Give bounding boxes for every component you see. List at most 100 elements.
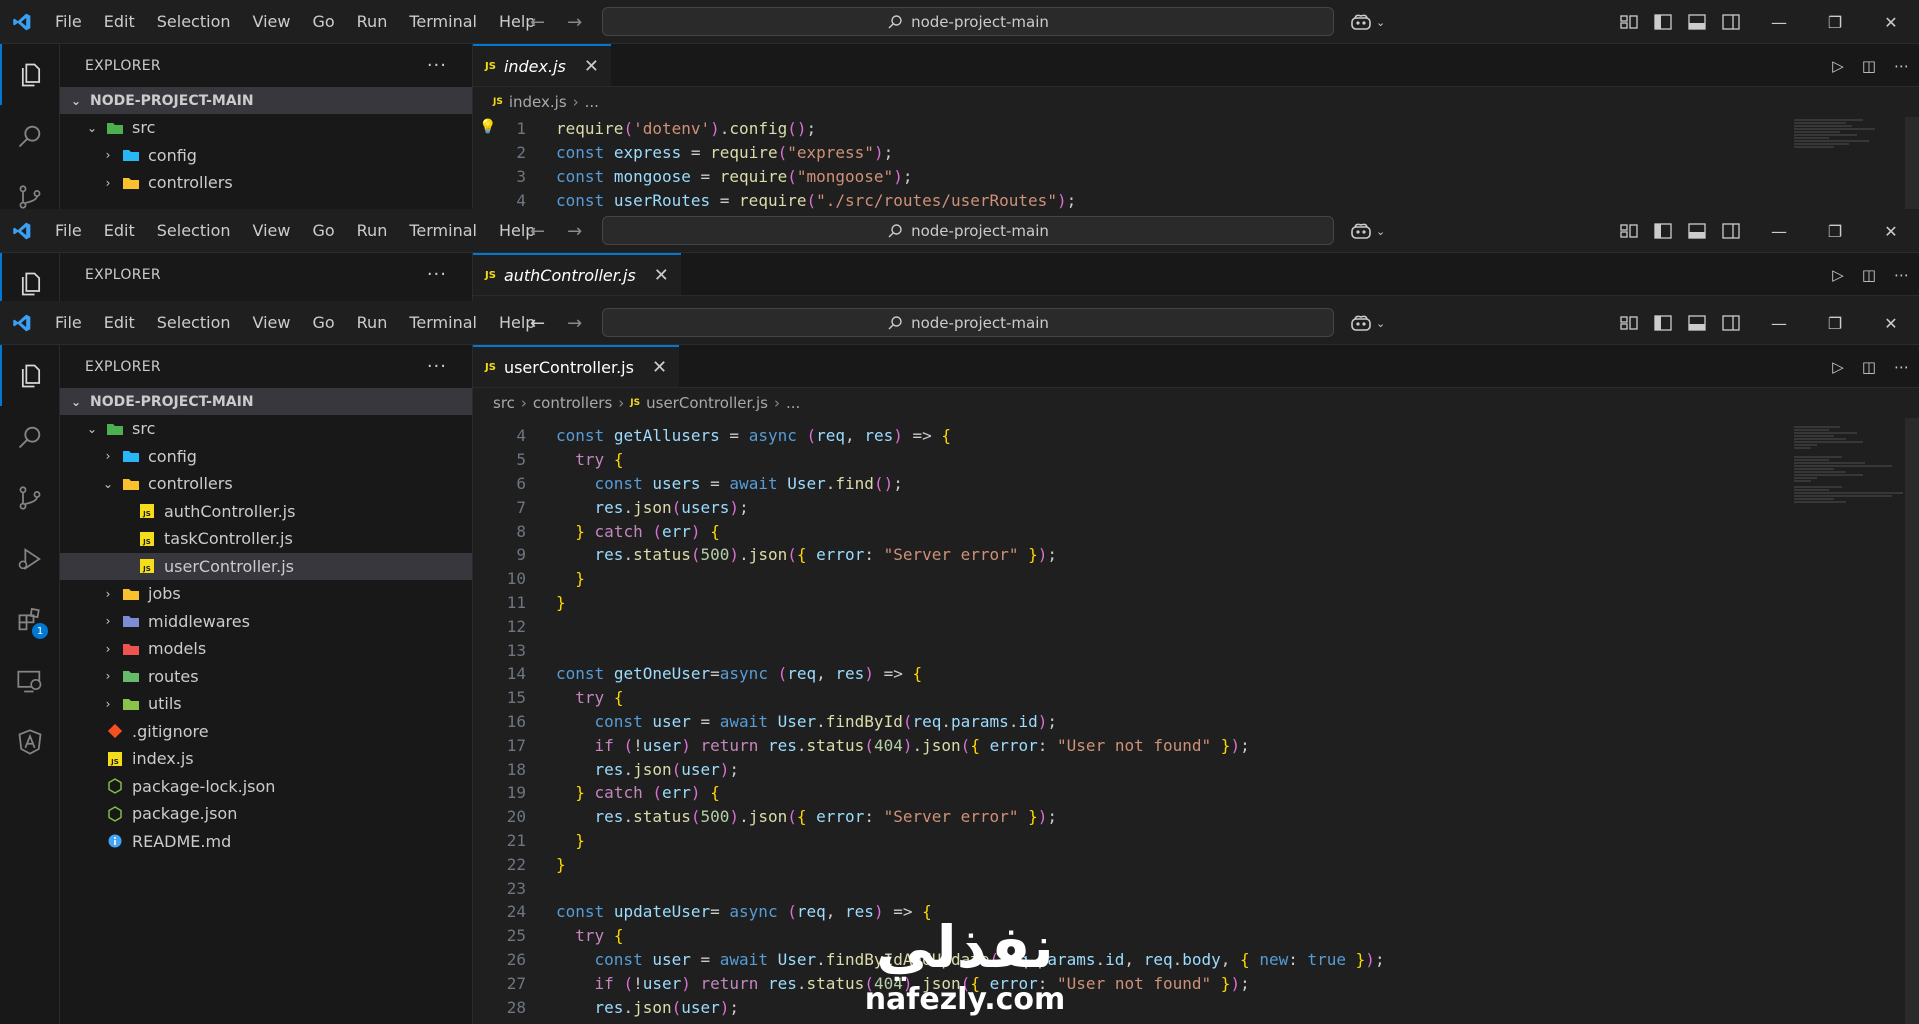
menu-go[interactable]: Go	[301, 0, 345, 44]
source-control-activity[interactable]	[0, 166, 60, 210]
menu-selection[interactable]: Selection	[146, 0, 242, 44]
copilot-button[interactable]: ⌄	[1350, 209, 1385, 253]
command-center[interactable]: node-project-main	[602, 308, 1334, 337]
toggle-sidebar-icon[interactable]	[1654, 14, 1672, 30]
toggle-secondary-sidebar-icon[interactable]	[1722, 315, 1740, 331]
minimize-icon[interactable]: —	[1751, 0, 1807, 44]
split-editor-icon[interactable]: ◫	[1862, 358, 1876, 376]
source-control-activity[interactable]	[0, 467, 60, 528]
menu-go[interactable]: Go	[301, 209, 345, 253]
menu-selection[interactable]: Selection	[146, 209, 242, 253]
toggle-panel-icon[interactable]	[1688, 223, 1706, 239]
menu-run[interactable]: Run	[346, 301, 399, 345]
tree-row[interactable]: package-lock.json	[60, 773, 472, 801]
copilot-button[interactable]: ⌄	[1350, 0, 1385, 44]
vertical-scrollbar[interactable]	[1905, 117, 1919, 210]
code-editor[interactable]: 4 const getAllusers = async (req, res) =>…	[473, 418, 1919, 1024]
restore-icon[interactable]: ❐	[1807, 209, 1863, 253]
forward-arrow-icon[interactable]: →	[567, 313, 582, 334]
more-actions-icon[interactable]: ⋯	[1894, 57, 1909, 75]
menu-terminal[interactable]: Terminal	[398, 0, 488, 44]
more-actions-icon[interactable]: ···	[427, 55, 447, 76]
close-tab-icon[interactable]: ✕	[652, 357, 667, 378]
tab-index-js[interactable]: JS index.js ✕	[473, 44, 611, 86]
code-editor[interactable]: 💡 1 require('dotenv').config(); 2 const ex…	[473, 117, 1919, 210]
menu-edit[interactable]: Edit	[93, 0, 146, 44]
toggle-panel-icon[interactable]	[1688, 315, 1706, 331]
explorer-activity[interactable]	[0, 345, 60, 406]
split-editor-icon[interactable]: ◫	[1862, 57, 1876, 75]
minimap[interactable]	[1794, 119, 1909, 149]
tree-row[interactable]: › middlewares	[60, 608, 472, 636]
tree-row[interactable]: ⌄ src	[60, 415, 472, 443]
tree-row[interactable]: JS index.js	[60, 745, 472, 773]
root-folder-row[interactable]: ⌄ NODE-PROJECT-MAIN	[60, 388, 472, 415]
back-arrow-icon[interactable]: ←	[530, 221, 545, 242]
restore-icon[interactable]: ❐	[1807, 0, 1863, 44]
tree-row[interactable]: package.json	[60, 800, 472, 828]
run-icon[interactable]: ▷	[1832, 57, 1844, 75]
menu-terminal[interactable]: Terminal	[398, 209, 488, 253]
customize-layout-icon[interactable]	[1620, 14, 1638, 30]
run-debug-activity[interactable]	[0, 528, 60, 589]
command-center[interactable]: node-project-main	[602, 216, 1334, 245]
angular-activity[interactable]	[0, 711, 60, 772]
breadcrumb-item[interactable]: ...	[786, 394, 800, 412]
more-actions-icon[interactable]: ⋯	[1894, 358, 1909, 376]
breadcrumb-item[interactable]: ...	[585, 93, 599, 111]
back-arrow-icon[interactable]: ←	[530, 313, 545, 334]
menu-edit[interactable]: Edit	[93, 209, 146, 253]
menu-edit[interactable]: Edit	[93, 301, 146, 345]
breadcrumb-item[interactable]: controllers	[533, 394, 612, 412]
explorer-activity[interactable]	[0, 253, 60, 301]
menu-file[interactable]: File	[44, 301, 93, 345]
menu-view[interactable]: View	[242, 301, 302, 345]
breadcrumb-item[interactable]: userController.js	[646, 394, 768, 412]
minimize-icon[interactable]: —	[1751, 209, 1807, 253]
vertical-scrollbar[interactable]	[1905, 418, 1919, 1024]
lightbulb-icon[interactable]: 💡	[479, 119, 496, 135]
menu-view[interactable]: View	[242, 0, 302, 44]
toggle-secondary-sidebar-icon[interactable]	[1722, 223, 1740, 239]
menu-run[interactable]: Run	[346, 0, 399, 44]
more-actions-icon[interactable]: ⋯	[1894, 266, 1909, 284]
search-activity[interactable]	[0, 406, 60, 467]
back-arrow-icon[interactable]: ←	[530, 12, 545, 33]
more-actions-icon[interactable]: ···	[427, 356, 447, 377]
menu-run[interactable]: Run	[346, 209, 399, 253]
tree-row[interactable]: README.md	[60, 828, 472, 856]
menu-go[interactable]: Go	[301, 301, 345, 345]
minimap[interactable]	[1794, 426, 1909, 504]
menu-terminal[interactable]: Terminal	[398, 301, 488, 345]
breadcrumb-item[interactable]: index.js	[509, 93, 567, 111]
tree-row[interactable]: › routes	[60, 663, 472, 691]
customize-layout-icon[interactable]	[1620, 223, 1638, 239]
toggle-sidebar-icon[interactable]	[1654, 223, 1672, 239]
search-activity[interactable]	[0, 105, 60, 166]
tree-row[interactable]: ⌄ controllers	[60, 470, 472, 498]
more-actions-icon[interactable]: ···	[427, 264, 447, 285]
close-tab-icon[interactable]: ✕	[654, 265, 669, 286]
split-editor-icon[interactable]: ◫	[1862, 266, 1876, 284]
tree-row-src[interactable]: ⌄ src	[60, 114, 472, 142]
run-icon[interactable]: ▷	[1832, 266, 1844, 284]
minimize-icon[interactable]: —	[1751, 301, 1807, 345]
toggle-panel-icon[interactable]	[1688, 14, 1706, 30]
tree-row[interactable]: .gitignore	[60, 718, 472, 746]
close-window-icon[interactable]: ✕	[1863, 0, 1919, 44]
tree-row[interactable]: JS authController.js	[60, 498, 472, 526]
tree-row-config[interactable]: › config	[60, 142, 472, 170]
close-window-icon[interactable]: ✕	[1863, 301, 1919, 345]
tree-row[interactable]: JS userController.js	[60, 552, 472, 580]
tab-authcontroller-js[interactable]: JS authController.js ✕	[473, 253, 681, 295]
breadcrumb-item[interactable]: src	[493, 394, 515, 412]
close-window-icon[interactable]: ✕	[1863, 209, 1919, 253]
toggle-sidebar-icon[interactable]	[1654, 315, 1672, 331]
explorer-activity[interactable]	[0, 44, 60, 105]
tree-row[interactable]: JS taskController.js	[60, 525, 472, 553]
menu-selection[interactable]: Selection	[146, 301, 242, 345]
remote-explorer-activity[interactable]	[0, 650, 60, 711]
tree-row[interactable]: › models	[60, 635, 472, 663]
tree-row[interactable]: › jobs	[60, 580, 472, 608]
tree-row[interactable]: › config	[60, 443, 472, 471]
